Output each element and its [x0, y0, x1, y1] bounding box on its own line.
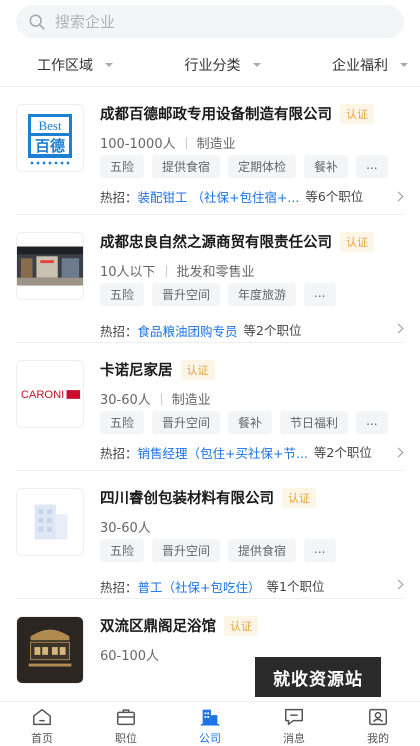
benefit-tag: ... [304, 539, 336, 562]
company-size: 60-100人 [100, 649, 160, 664]
hot-job-link[interactable]: 销售经理（包住+买社保+节... [138, 443, 308, 462]
company-logo-best: Best 百德 [16, 104, 84, 172]
message-icon [285, 708, 303, 726]
caret-down-icon [105, 63, 113, 67]
tab-jobs[interactable]: 职位 [84, 702, 168, 746]
company-size: 100-1000人 [100, 137, 176, 152]
hot-job-label: 热招： [100, 190, 138, 205]
hot-job-label: 热招： [100, 446, 138, 461]
search-bar[interactable]: 搜索企业 [16, 5, 404, 38]
tab-messages[interactable]: 消息 [252, 702, 336, 746]
hot-job-link[interactable]: 食品粮油团购专员 [138, 321, 238, 340]
certified-badge: 认证 [340, 103, 374, 124]
company-name: 卡诺尼家居 [100, 363, 173, 379]
certified-badge: 认证 [224, 615, 258, 636]
benefit-tag: ... [356, 411, 388, 434]
chevron-right-icon[interactable] [393, 191, 404, 202]
benefit-tag: 五险 [100, 155, 145, 178]
filter-bar: 工作区域 行业分类 企业福利 [0, 46, 420, 84]
hot-job-label: 热招： [100, 324, 138, 339]
job-count: 等2个职位 [243, 323, 302, 338]
benefit-tag: ... [304, 283, 336, 306]
company-name: 四川睿创包装材料有限公司 [100, 491, 274, 507]
hot-job-link[interactable]: 装配钳工 （社保+包住宿+... [138, 187, 300, 206]
svg-text:百德: 百德 [35, 137, 65, 155]
tab-profile[interactable]: 我的 [336, 702, 420, 746]
company-card[interactable]: Best 百德 成都百德邮政专用设备制造有限公司 认证 100-1000人 制造业 … [16, 87, 404, 215]
job-count: 等2个职位 [313, 445, 372, 460]
benefit-tag: 五险 [100, 539, 145, 562]
benefit-tag: 餐补 [304, 155, 349, 178]
tab-label: 职位 [115, 732, 137, 745]
company-industry: 制造业 [171, 393, 211, 408]
company-industry: 批发和零售业 [176, 265, 255, 280]
benefit-tag: 定期体检 [228, 155, 297, 178]
company-name: 双流区鼎阁足浴馆 [100, 619, 216, 635]
filter-industry[interactable]: 行业分类 [185, 46, 261, 84]
company-name: 成都忠良自然之源商贸有限责任公司 [100, 235, 332, 251]
tab-label: 我的 [367, 732, 389, 745]
chevron-right-icon[interactable] [393, 323, 404, 334]
benefit-tag: 晋升空间 [152, 539, 221, 562]
hot-job-row[interactable]: 热招： 普工（社保+包吃住） 等1个职位 [100, 577, 390, 596]
company-logo-spa [16, 616, 84, 684]
filter-benefits[interactable]: 企业福利 [332, 46, 408, 84]
company-name: 成都百德邮政专用设备制造有限公司 [100, 107, 332, 123]
search-input[interactable]: 搜索企业 [55, 11, 115, 32]
tab-label: 首页 [31, 732, 53, 745]
svg-text:CARONI: CARONI [21, 389, 64, 401]
benefit-tag: 节日福利 [280, 411, 349, 434]
benefit-tag: 晋升空间 [152, 411, 221, 434]
benefit-tag: 年度旅游 [228, 283, 297, 306]
company-card[interactable]: 成都忠良自然之源商贸有限责任公司 认证 10人以下 批发和零售业 五险 晋升空间 年… [16, 215, 404, 343]
company-logo-store [16, 232, 84, 300]
caret-down-icon [252, 63, 261, 67]
certified-badge: 认证 [180, 359, 215, 380]
filter-label: 行业分类 [184, 58, 241, 74]
profile-icon [369, 708, 387, 726]
hot-job-row[interactable]: 热招： 食品粮油团购专员 等2个职位 [100, 321, 390, 340]
chevron-right-icon[interactable] [393, 579, 404, 590]
benefit-tag: 提供食宿 [228, 539, 297, 562]
building-icon [200, 709, 220, 726]
tab-label: 消息 [283, 732, 305, 745]
company-size: 30-60人 [100, 521, 151, 536]
tab-home[interactable]: 首页 [0, 702, 84, 746]
company-list[interactable]: Best 百德 成都百德邮政专用设备制造有限公司 认证 100-1000人 制造业 … [0, 87, 420, 701]
briefcase-icon [117, 709, 135, 726]
home-icon [33, 708, 51, 726]
benefit-tag: 餐补 [228, 411, 273, 434]
company-logo-placeholder [16, 488, 84, 556]
filter-label: 企业福利 [332, 58, 388, 74]
hot-job-row[interactable]: 热招： 装配钳工 （社保+包住宿+... 等6个职位 [100, 187, 390, 206]
benefit-tag: 提供食宿 [152, 155, 221, 178]
bottom-tab-bar: 首页 职位 公司 消息 我的 [0, 701, 420, 746]
benefit-tag: 五险 [100, 283, 145, 306]
company-industry: 制造业 [196, 137, 236, 152]
job-count: 等1个职位 [266, 579, 325, 594]
caret-down-icon [400, 63, 408, 67]
filter-region[interactable]: 工作区域 [37, 46, 113, 84]
tab-label: 公司 [199, 732, 221, 745]
company-size: 10人以下 [100, 265, 156, 280]
watermark-overlay: 就收资源站 [255, 657, 381, 697]
benefit-tag: ... [356, 155, 388, 178]
certified-badge: 认证 [340, 231, 374, 252]
benefit-tag: 五险 [100, 411, 145, 434]
certified-badge: 认证 [282, 487, 316, 508]
company-card[interactable]: CARONI 卡诺尼家居 认证 30-60人 制造业 五险 晋升空间 餐补 节日福利… [16, 343, 404, 471]
chevron-right-icon[interactable] [393, 447, 404, 458]
company-card[interactable]: 四川睿创包装材料有限公司 认证 30-60人 五险 晋升空间 提供食宿 ... 热… [16, 471, 404, 599]
company-logo-caroni: CARONI [16, 360, 84, 428]
job-count: 等6个职位 [305, 189, 364, 204]
hot-job-label: 热招： [100, 580, 138, 595]
hot-job-row[interactable]: 热招： 销售经理（包住+买社保+节... 等2个职位 [100, 443, 390, 462]
filter-label: 工作区域 [37, 58, 93, 74]
benefit-tag: 晋升空间 [152, 283, 221, 306]
svg-text:Best: Best [38, 118, 62, 133]
company-size: 30-60人 [100, 393, 151, 408]
search-icon [29, 13, 45, 30]
hot-job-link[interactable]: 普工（社保+包吃住） [138, 577, 261, 596]
tab-companies[interactable]: 公司 [168, 702, 252, 746]
